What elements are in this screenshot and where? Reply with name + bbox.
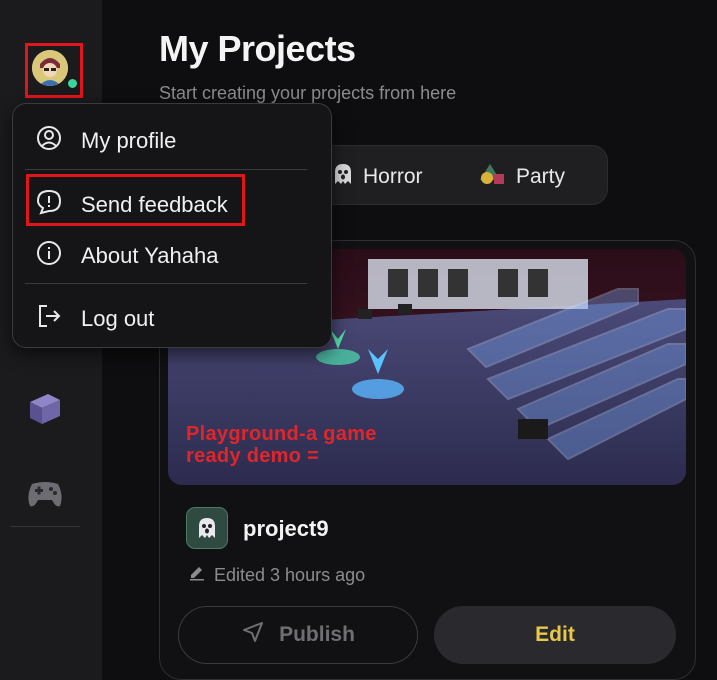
info-icon <box>35 239 63 273</box>
alert-bubble-icon <box>35 188 63 222</box>
user-circle-icon <box>35 124 63 158</box>
avatar <box>32 50 68 86</box>
thumbnail-caption: Playground-a game ready demo = <box>186 423 377 467</box>
edited-text: Edited 3 hours ago <box>214 565 366 585</box>
book-icon[interactable] <box>24 388 66 430</box>
menu-item-label: Send feedback <box>81 192 228 217</box>
publish-label: Publish <box>279 623 355 646</box>
tag-label: Party <box>516 165 566 188</box>
menu-item-my-profile[interactable]: My profile <box>35 124 176 158</box>
tag-label: Horror <box>363 165 423 188</box>
menu-item-label: About Yahaha <box>81 243 219 268</box>
menu-item-send-feedback[interactable]: Send feedback <box>35 188 228 222</box>
menu-divider <box>25 169 307 170</box>
logout-icon <box>35 302 63 336</box>
project-icon <box>186 507 228 549</box>
online-status-dot <box>66 77 79 90</box>
ghost-icon <box>331 162 355 192</box>
edited-timestamp: Edited 3 hours ago <box>188 564 365 587</box>
avatar-button[interactable] <box>25 43 83 98</box>
edit-button[interactable]: Edit <box>434 606 676 664</box>
party-shapes-icon <box>478 162 508 192</box>
edit-label: Edit <box>535 623 575 646</box>
project-name[interactable]: project9 <box>243 516 329 542</box>
tag-party[interactable]: Party <box>478 162 565 192</box>
ghost-icon <box>199 518 215 538</box>
profile-menu: My profile Send feedback About Yahaha Lo… <box>12 103 332 348</box>
publish-button[interactable]: Publish <box>178 606 418 664</box>
send-icon <box>241 620 265 650</box>
sidebar-divider <box>10 526 80 527</box>
menu-item-log-out[interactable]: Log out <box>35 302 154 336</box>
page-subtitle: Start creating your projects from here <box>159 83 457 103</box>
category-tags: Horror Party <box>314 145 608 205</box>
page-title: My Projects <box>159 28 356 69</box>
thumbnail-caption-line1: Playground-a game <box>186 423 377 445</box>
menu-item-label: Log out <box>81 306 155 331</box>
menu-item-about[interactable]: About Yahaha <box>35 239 218 273</box>
menu-item-label: My profile <box>81 128 177 153</box>
thumbnail-caption-line2: ready demo = <box>186 445 320 467</box>
gamepad-icon[interactable] <box>24 472 66 514</box>
menu-divider <box>25 283 307 284</box>
tag-horror[interactable]: Horror <box>331 162 423 192</box>
pencil-icon <box>188 564 206 587</box>
